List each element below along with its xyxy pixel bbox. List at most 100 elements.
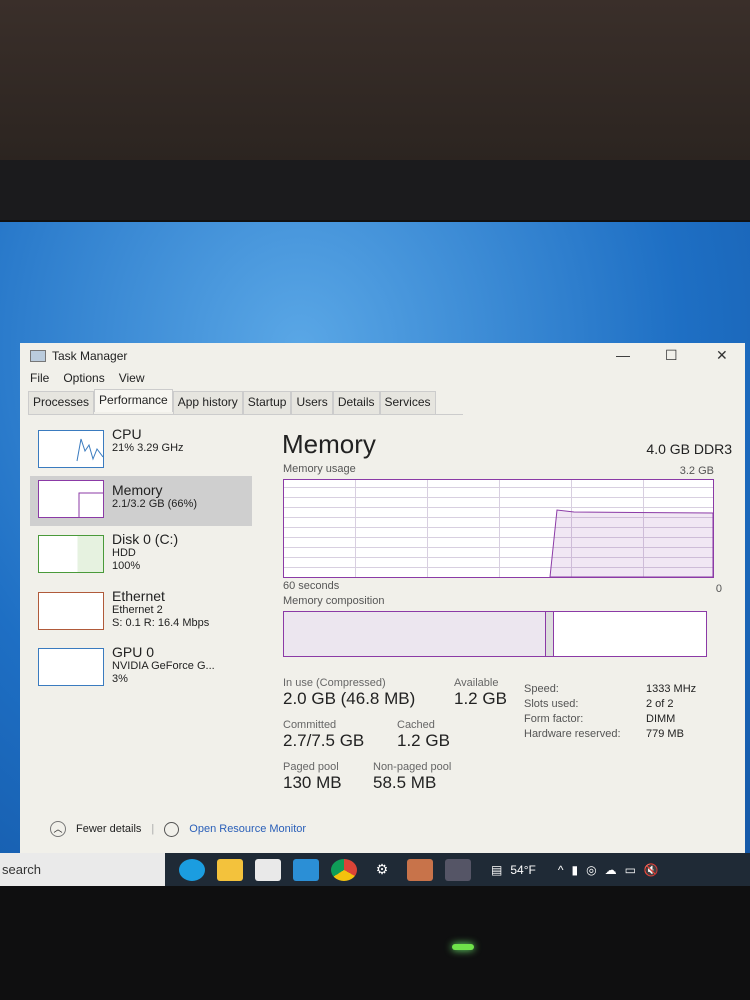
page-title: Memory [282, 429, 376, 459]
search-box[interactable]: search [0, 853, 165, 886]
sidebar-item-disk[interactable]: Disk 0 (C:) HDD 100% [30, 531, 252, 581]
task-manager-icon [30, 349, 46, 362]
sidebar-sub: NVIDIA GeForce G... [112, 660, 215, 672]
stat-label: Committed [283, 719, 337, 731]
minimize-button[interactable]: — [616, 347, 630, 363]
sidebar-item-ethernet[interactable]: Ethernet Ethernet 2 S: 0.1 R: 16.4 Mbps [30, 588, 252, 638]
sidebar-label: GPU 0 [112, 644, 155, 660]
tab-processes[interactable]: Processes [28, 391, 95, 414]
sidebar-label: Ethernet [112, 588, 165, 604]
menu-view[interactable]: View [119, 371, 145, 385]
spec-row: Slots used: 2 of 2 [524, 698, 674, 710]
open-resource-monitor-link[interactable]: Open Resource Monitor [189, 823, 306, 835]
gpu-thumbnail [38, 648, 104, 686]
committed-stat: Committed 2.7/7.5 GB [283, 719, 364, 751]
news-icon[interactable]: ▤ [491, 863, 502, 877]
stat-value: 2.7/7.5 GB [283, 731, 365, 750]
sidebar-sub: 21% 3.29 GHz [112, 442, 184, 454]
in-use-stat: In use (Compressed) 2.0 GB (46.8 MB) [283, 677, 415, 709]
sidebar-item-gpu[interactable]: GPU 0 NVIDIA GeForce G... 3% [30, 644, 252, 694]
paged-pool-stat: Paged pool 130 MB [283, 761, 342, 793]
spec-row: Form factor: DIMM [524, 713, 676, 725]
edge-icon[interactable] [179, 858, 205, 881]
tab-app-history[interactable]: App history [172, 391, 243, 414]
footer: ︿ Fewer details | Open Resource Monitor [50, 821, 306, 837]
mail-icon[interactable] [293, 858, 319, 881]
nonpaged-pool-stat: Non-paged pool 58.5 MB [373, 761, 451, 793]
system-tray: ▤ 54°F ^ ▮ ◎ ☁ ▭ 🔇 [491, 863, 659, 877]
time-min: 0 [715, 583, 722, 595]
fewer-details-button[interactable]: Fewer details [76, 823, 141, 835]
app-icon[interactable] [407, 858, 433, 881]
sidebar-sub: S: 0.1 R: 16.4 Mbps [112, 617, 210, 629]
taskbar: search ⚙ ▤ 54°F ^ ▮ ◎ ☁ ▭ 🔇 [0, 853, 750, 886]
resource-monitor-icon [164, 821, 180, 837]
task-manager-window: Task Manager — ☐ ✕ File Options View Pro… [20, 343, 745, 853]
ethernet-thumbnail [38, 592, 104, 630]
monitor-bottom-bezel [0, 886, 750, 1000]
stat-value: 58.5 MB [373, 773, 437, 792]
monitor-bezel [0, 160, 750, 222]
cpu-thumbnail [38, 430, 104, 468]
store-icon[interactable] [255, 858, 281, 881]
spec-row: Speed: 1333 MHz [524, 683, 697, 695]
standby-segment [554, 612, 706, 656]
usage-label: Memory usage [283, 463, 356, 475]
memory-type: 4.0 GB DDR3 [646, 441, 732, 457]
stat-label: Non-paged pool [373, 761, 452, 773]
chevron-up-icon[interactable]: ︿ [50, 821, 66, 837]
disk-thumbnail [38, 535, 104, 573]
stat-label: Paged pool [283, 761, 339, 773]
sidebar-label: Disk 0 (C:) [112, 531, 179, 547]
sidebar-item-cpu[interactable]: CPU 21% 3.29 GHz [30, 426, 252, 476]
maximize-button[interactable]: ☐ [665, 347, 678, 364]
menu-bar: File Options View [20, 368, 745, 388]
sidebar-label: Memory [112, 482, 163, 498]
menu-options[interactable]: Options [63, 371, 104, 385]
close-button[interactable]: ✕ [716, 347, 728, 364]
sidebar-item-memory[interactable]: Memory 2.1/3.2 GB (66%) [30, 476, 252, 526]
in-use-segment [284, 612, 546, 656]
sidebar-label: CPU [112, 426, 142, 442]
menu-file[interactable]: File [30, 371, 49, 385]
stat-label: Available [454, 677, 499, 689]
composition-label: Memory composition [283, 595, 385, 607]
tab-performance[interactable]: Performance [94, 389, 173, 412]
available-stat: Available 1.2 GB [454, 677, 507, 709]
battery-icon[interactable]: ▮ [571, 863, 578, 877]
network-icon[interactable]: ▭ [625, 863, 636, 877]
tab-users[interactable]: Users [291, 391, 333, 414]
tab-startup[interactable]: Startup [242, 391, 292, 414]
time-label: 60 seconds [283, 580, 340, 592]
speaker-muted-icon[interactable]: 🔇 [644, 863, 659, 877]
stat-value: 2.0 GB (46.8 MB) [283, 689, 416, 708]
power-led [452, 944, 474, 950]
stat-value: 1.2 GB [397, 731, 450, 750]
sidebar-sub: 100% [112, 560, 141, 572]
usage-max: 3.2 GB [679, 465, 714, 477]
chrome-icon[interactable] [331, 858, 357, 881]
memory-composition-bar [283, 611, 707, 657]
steam-icon[interactable]: ⚙ [369, 859, 395, 881]
window-title: Task Manager [52, 348, 128, 363]
task-manager-taskbar-icon[interactable] [445, 858, 471, 881]
weather-text[interactable]: 54°F [510, 863, 535, 877]
webcam-icon[interactable]: ◎ [586, 863, 596, 877]
file-explorer-icon[interactable] [217, 858, 243, 881]
sidebar-sub: 3% [112, 673, 128, 685]
title-bar: Task Manager — ☐ ✕ [20, 343, 745, 368]
chevron-up-icon[interactable]: ^ [558, 863, 564, 877]
divider: | [151, 823, 155, 835]
sidebar-sub: Ethernet 2 [112, 604, 163, 616]
stat-value: 130 MB [283, 773, 342, 792]
memory-thumbnail [38, 480, 104, 518]
sidebar-sub: HDD [112, 547, 136, 559]
sidebar-sub: 2.1/3.2 GB (66%) [112, 498, 197, 510]
modified-segment [546, 612, 554, 656]
cached-stat: Cached 1.2 GB [397, 719, 450, 751]
tab-services[interactable]: Services [379, 391, 436, 414]
spec-row: Hardware reserved: 779 MB [524, 728, 684, 740]
cloud-icon[interactable]: ☁ [605, 863, 617, 877]
memory-specs: Speed: 1333 MHz Slots used: 2 of 2 Form fa… [524, 683, 704, 743]
tab-details[interactable]: Details [332, 391, 380, 414]
